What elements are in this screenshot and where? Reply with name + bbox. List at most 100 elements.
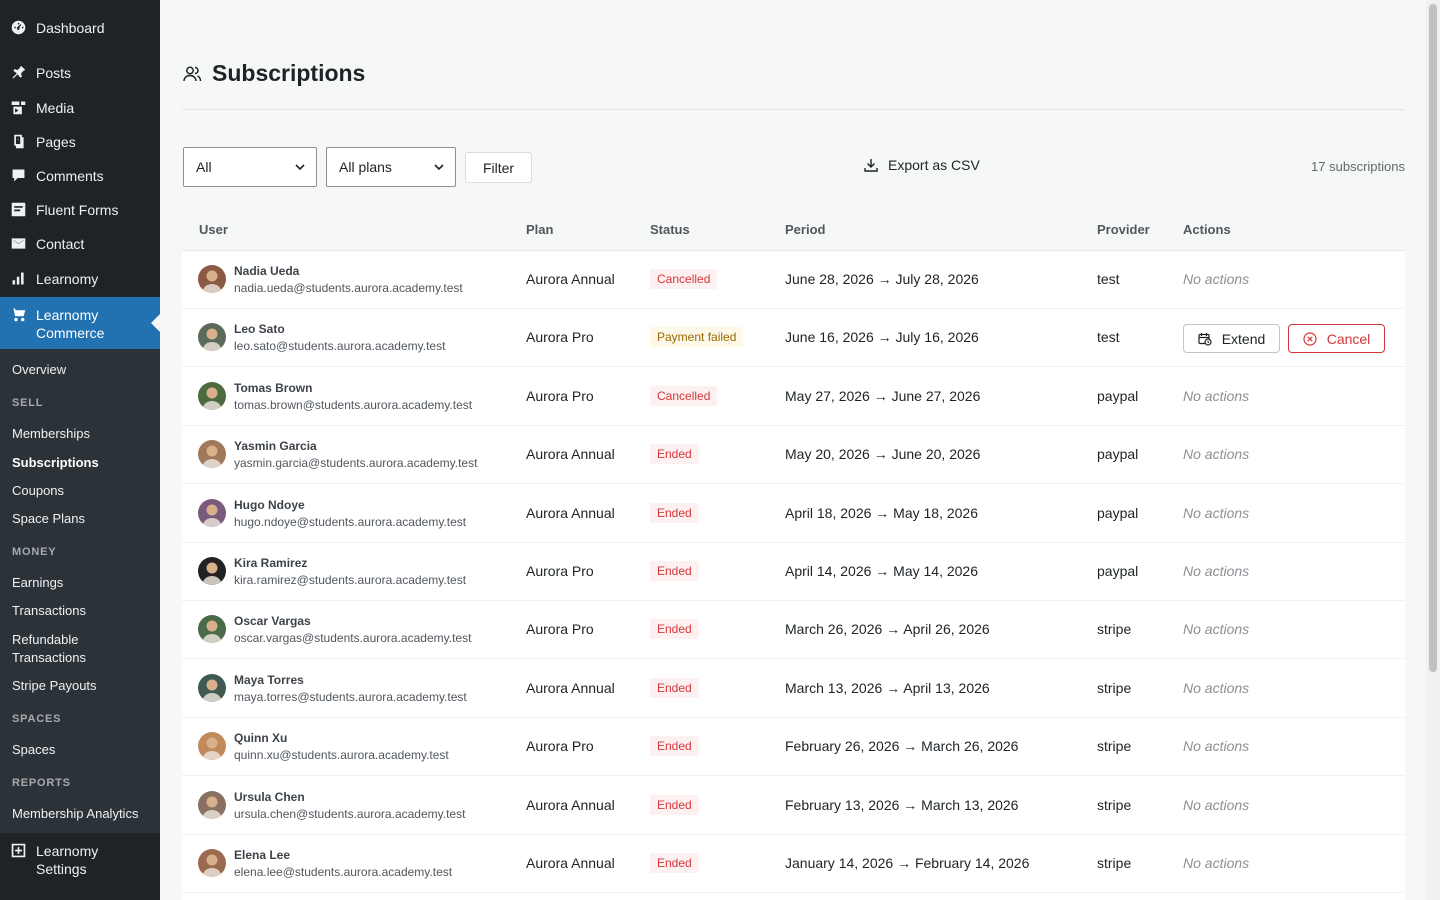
sidebar-item-comments[interactable]: Comments <box>0 167 160 185</box>
sidebar-item-learnomy-settings[interactable]: Learnomy Settings <box>0 833 160 900</box>
plan-name: Aurora Pro <box>526 387 594 404</box>
extend-button[interactable]: Extend <box>1183 324 1280 354</box>
table-row[interactable]: Ursula Chen ursula.chen@students.aurora.a… <box>182 777 1405 835</box>
table-row[interactable]: Maya Torres maya.torres@students.aurora.a… <box>182 660 1405 718</box>
plan-name: Aurora Annual <box>526 504 615 521</box>
plan-name: Aurora Annual <box>526 796 615 813</box>
user-name: Hugo Ndoye <box>234 497 305 512</box>
scrollbar-thumb[interactable] <box>1429 4 1437 672</box>
filter-button[interactable]: Filter <box>465 152 532 183</box>
table-row[interactable]: Leo Sato leo.sato@students.aurora.academy… <box>182 309 1405 368</box>
media-icon <box>10 99 27 116</box>
user-email: hugo.ndoye@students.aurora.academy.test <box>234 514 467 529</box>
no-actions-text: No actions <box>1183 504 1250 521</box>
period-range: March 13, 2026 → April 13, 2026 <box>785 679 990 696</box>
submenu-earnings[interactable]: Earnings <box>12 574 63 592</box>
sidebar-item-pages[interactable]: Pages <box>0 133 160 151</box>
status-badge: Ended <box>650 794 699 815</box>
no-actions-text: No actions <box>1183 387 1250 404</box>
no-actions-text: No actions <box>1183 563 1250 579</box>
provider-name: stripe <box>1097 855 1132 871</box>
table-row[interactable]: Elena Lee elena.lee@students.aurora.acade… <box>182 835 1405 893</box>
submenu-coupons[interactable]: Coupons <box>12 482 64 500</box>
table-row[interactable]: Tomas Brown tomas.brown@students.aurora.a… <box>182 368 1405 426</box>
no-actions-text: No actions <box>1183 679 1250 696</box>
submenu-refundable-transactions[interactable]: Refundable Transactions <box>12 631 86 667</box>
table-row[interactable]: Oscar Vargas oscar.vargas@students.aurora… <box>182 601 1405 660</box>
sidebar-item-label: Learnomy <box>36 271 99 287</box>
status-badge: Ended <box>650 444 699 465</box>
submenu-subscriptions[interactable]: Subscriptions <box>12 454 99 472</box>
user-name: Elena Lee <box>234 848 291 862</box>
status-badge: Payment failed <box>650 327 744 348</box>
submenu-overview[interactable]: Overview <box>12 361 66 379</box>
period-range: June 28, 2026 → July 28, 2026 <box>785 271 979 287</box>
submenu-stripe-payouts[interactable]: Stripe Payouts <box>12 677 97 695</box>
settings-label: Learnomy Settings <box>36 842 98 878</box>
table-row[interactable]: Yasmin Garcia yasmin.garcia@students.auro… <box>182 426 1405 485</box>
envelope-icon <box>10 235 27 252</box>
sidebar-item-label: Media <box>36 100 75 116</box>
cancel-subscription-button[interactable]: Cancel <box>1288 324 1385 354</box>
user-email: oscar.vargas@students.aurora.academy.tes… <box>234 631 472 646</box>
avatar <box>198 790 226 819</box>
period-range: April 18, 2026 → May 18, 2026 <box>785 504 979 521</box>
page-header: Subscriptions <box>182 60 365 87</box>
period-range: February 13, 2026 → March 13, 2026 <box>785 796 1019 813</box>
user-name: Maya Torres <box>234 672 304 687</box>
provider-name: stripe <box>1097 796 1132 813</box>
table-row[interactable]: Quinn Xu quinn.xu@students.aurora.academy… <box>182 718 1405 777</box>
avatar <box>198 673 226 702</box>
plan-name: Aurora Pro <box>526 563 594 579</box>
sidebar-item-posts[interactable]: Posts <box>0 64 160 82</box>
sidebar-item-label: Contact <box>36 236 85 252</box>
column-header-provider[interactable]: Provider <box>1097 222 1150 237</box>
user-name: Yasmin Garcia <box>234 439 317 454</box>
table-row[interactable]: Nadia Ueda nadia.ueda@students.aurora.aca… <box>182 251 1405 309</box>
page-title: Subscriptions <box>212 60 366 86</box>
status-badge: Cancelled <box>650 269 718 289</box>
sidebar-item-label: Pages <box>36 134 76 150</box>
provider-name: stripe <box>1097 738 1132 755</box>
status-badge: Ended <box>650 561 699 581</box>
provider-name: paypal <box>1097 504 1139 521</box>
bar-chart-icon <box>10 270 27 287</box>
submenu-refundable-line2: Transactions <box>12 650 86 665</box>
plan-name: Aurora Annual <box>526 271 615 287</box>
column-header-plan[interactable]: Plan <box>526 222 553 237</box>
settings-label-line1: Learnomy <box>36 843 99 859</box>
status-badge: Ended <box>650 502 699 523</box>
submenu-spaces[interactable]: Spaces <box>12 741 55 759</box>
plan-select[interactable]: All plans <box>326 147 456 187</box>
submenu-heading-sell: SELL <box>12 397 44 409</box>
table-row[interactable]: Kira Ramirez kira.ramirez@students.aurora… <box>182 543 1405 601</box>
table-row[interactable]: Hugo Ndoye hugo.ndoye@students.aurora.aca… <box>182 485 1405 543</box>
sidebar-item-fluent-forms[interactable]: Fluent Forms <box>0 201 160 219</box>
submenu-space-plans[interactable]: Space Plans <box>12 510 85 528</box>
header-divider <box>182 109 1404 110</box>
avatar <box>198 849 226 877</box>
user-name: Leo Sato <box>234 322 285 337</box>
no-actions-text: No actions <box>1183 855 1250 871</box>
column-header-actions: Actions <box>1183 222 1231 237</box>
sidebar-item-media[interactable]: Media <box>0 99 160 117</box>
sidebar-item-learnomy[interactable]: Learnomy <box>0 270 160 288</box>
scrollbar[interactable] <box>1426 0 1440 900</box>
submenu-transactions[interactable]: Transactions <box>12 602 86 620</box>
submenu-membership-analytics[interactable]: Membership Analytics <box>12 805 138 823</box>
sidebar-item-dashboard[interactable]: Dashboard <box>0 19 160 37</box>
user-name: Ursula Chen <box>234 789 305 804</box>
provider-name: stripe <box>1097 621 1132 638</box>
status-select[interactable]: All <box>183 147 317 187</box>
sidebar-item-contact[interactable]: Contact <box>0 235 160 253</box>
export-csv-button[interactable]: Export as CSV <box>863 157 980 173</box>
column-header-period[interactable]: Period <box>785 222 825 237</box>
user-email: leo.sato@students.aurora.academy.test <box>234 339 446 354</box>
sidebar-item-learnomy-commerce[interactable]: Learnomy Commerce <box>0 297 160 349</box>
submenu-memberships[interactable]: Memberships <box>12 425 90 443</box>
column-header-status[interactable]: Status <box>650 222 690 237</box>
user-name: Oscar Vargas <box>234 614 311 629</box>
status-badge: Ended <box>650 853 699 873</box>
column-header-user[interactable]: User <box>199 222 228 237</box>
sidebar-item-label: Posts <box>36 65 72 81</box>
